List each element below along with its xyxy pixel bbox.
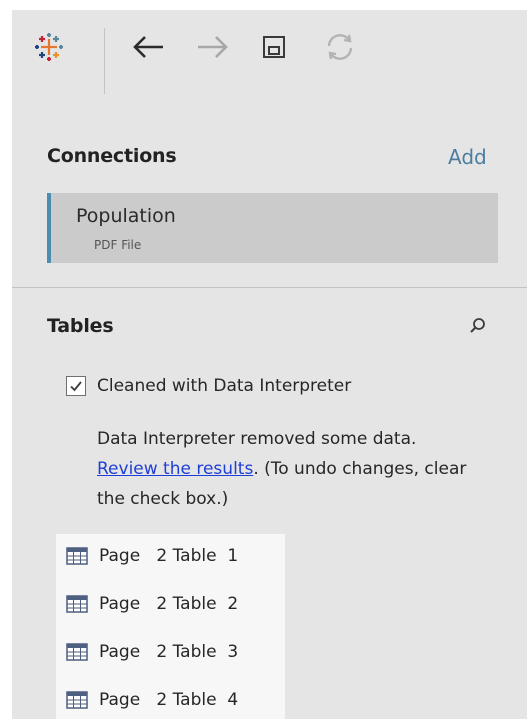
table-list: Page 2 Table 1 Page 2 Table 2 Page 2 Tab… [56, 534, 285, 719]
arrow-left-icon[interactable] [130, 32, 166, 62]
add-connection-link[interactable]: Add [448, 145, 487, 169]
table-item-label: Page 2 Table 4 [99, 690, 239, 710]
tables-heading: Tables [47, 315, 114, 337]
arrow-right-icon[interactable] [195, 32, 231, 62]
table-grid-icon [66, 595, 88, 613]
table-item-3[interactable]: Page 2 Table 3 [56, 630, 285, 674]
note-text-before: Data Interpreter removed some data. [97, 429, 417, 449]
data-source-panel: Connections Add Population PDF File Tabl… [12, 10, 527, 719]
table-grid-icon [66, 691, 88, 709]
checkmark-icon [70, 381, 82, 392]
review-results-link[interactable]: Review the results [97, 459, 253, 479]
refresh-icon[interactable] [323, 32, 357, 62]
connection-type: PDF File [94, 238, 142, 252]
table-grid-icon [66, 643, 88, 661]
data-interpreter-row: Cleaned with Data Interpreter [66, 376, 351, 396]
table-item-label: Page 2 Table 2 [99, 594, 239, 614]
table-item-1[interactable]: Page 2 Table 1 [56, 534, 285, 578]
table-item-2[interactable]: Page 2 Table 2 [56, 582, 285, 626]
toolbar [12, 10, 527, 95]
table-item-label: Page 2 Table 1 [99, 546, 239, 566]
connections-heading: Connections [47, 145, 177, 167]
table-item-4[interactable]: Page 2 Table 4 [56, 678, 285, 719]
data-interpreter-label: Cleaned with Data Interpreter [97, 376, 352, 396]
section-divider [12, 287, 527, 288]
table-item-label: Page 2 Table 3 [99, 642, 239, 662]
table-grid-icon [66, 547, 88, 565]
data-interpreter-note: Data Interpreter removed some data. Revi… [97, 424, 467, 514]
save-icon[interactable] [259, 32, 289, 62]
tableau-logo-icon[interactable] [34, 32, 64, 62]
connection-item-population[interactable]: Population PDF File [47, 193, 498, 263]
toolbar-divider [104, 28, 105, 94]
connection-name: Population [76, 205, 176, 227]
data-interpreter-checkbox[interactable] [66, 376, 86, 396]
search-icon[interactable] [468, 316, 488, 336]
